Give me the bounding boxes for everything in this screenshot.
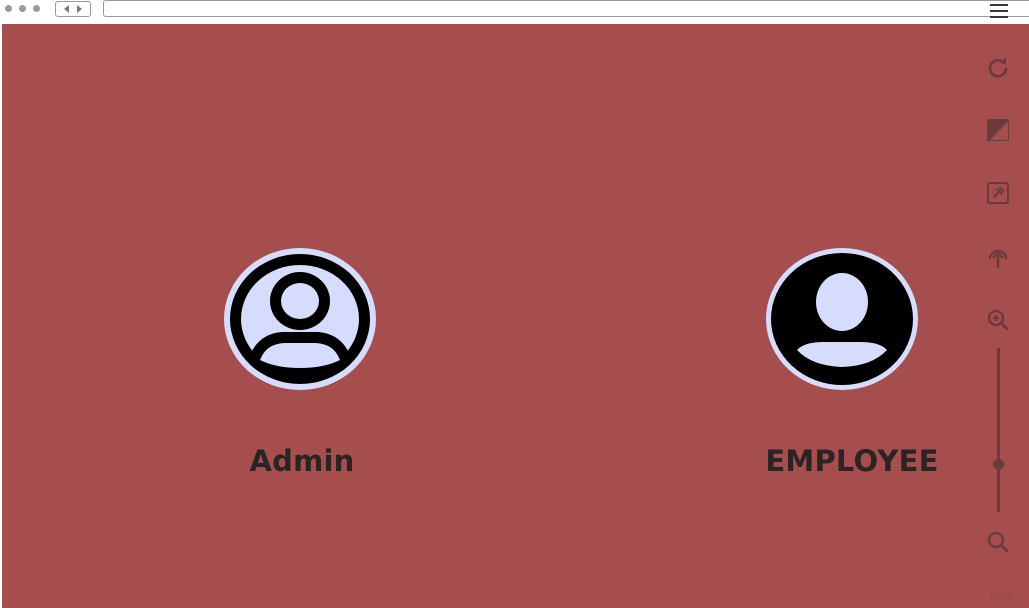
refresh-icon[interactable] [986, 56, 1010, 80]
back-forward-buttons[interactable] [55, 1, 91, 17]
window-close-dot[interactable] [5, 5, 12, 12]
contrast-icon[interactable] [986, 118, 1010, 142]
address-bar[interactable] [103, 0, 1029, 17]
main-viewport: Admin EMPLOYEE [2, 24, 1029, 608]
admin-label[interactable]: Admin [222, 444, 382, 478]
zoom-slider-thumb[interactable] [993, 459, 1004, 470]
zoom-out-icon[interactable] [986, 530, 1010, 554]
forward-arrow-icon[interactable] [76, 5, 82, 13]
window-maximize-dot[interactable] [33, 5, 40, 12]
window-controls [5, 5, 40, 12]
zoom-slider-track[interactable] [997, 348, 1000, 512]
employee-role-card[interactable]: EMPLOYEE [762, 246, 942, 478]
back-arrow-icon[interactable] [64, 5, 70, 13]
user-filled-icon[interactable] [764, 246, 920, 392]
hamburger-menu-icon[interactable] [990, 4, 1008, 18]
upload-icon[interactable] [986, 246, 1010, 270]
window-minimize-dot[interactable] [19, 5, 26, 12]
admin-role-card[interactable]: Admin [222, 246, 382, 478]
user-outline-icon[interactable] [222, 246, 378, 392]
zoom-in-icon[interactable] [986, 308, 1010, 332]
browser-chrome [0, 0, 1029, 24]
pin-icon[interactable] [986, 181, 1010, 205]
zoom-level-label: 100% [989, 591, 1013, 601]
employee-label[interactable]: EMPLOYEE [762, 444, 942, 478]
